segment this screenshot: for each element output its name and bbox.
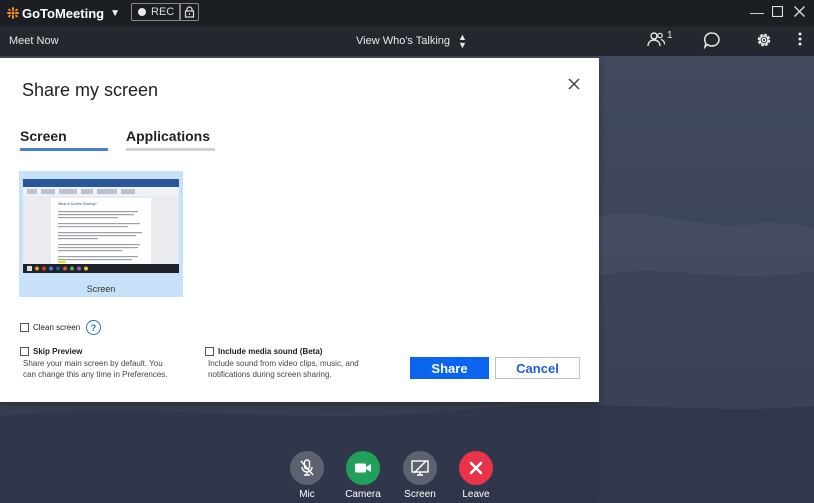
screen-control[interactable]: Screen [395, 451, 445, 500]
close-icon [568, 78, 580, 90]
help-icon[interactable]: ? [86, 320, 101, 335]
screen-preview-thumbnail: What is Screen Sharing? [23, 179, 179, 273]
mic-label: Mic [299, 489, 315, 500]
view-mode-label: View Who's Talking [356, 35, 451, 47]
attendee-count: 1 [667, 29, 673, 41]
chevron-down-icon: ▼ [110, 7, 120, 19]
tab-applications[interactable]: Applications [126, 128, 215, 151]
mic-control[interactable]: Mic [282, 451, 332, 500]
minimize-icon[interactable]: — [750, 4, 764, 20]
settings-button[interactable] [755, 31, 773, 49]
more-vertical-icon [798, 32, 802, 46]
leave-control[interactable]: Leave [451, 451, 501, 500]
gotomeeting-logo-icon [7, 7, 19, 19]
mic-button[interactable] [290, 451, 324, 485]
share-screen-dialog: Share my screen Screen Applications What… [0, 58, 599, 402]
screen-share-button[interactable] [403, 451, 437, 485]
close-dialog-button[interactable] [568, 74, 580, 95]
screen-option-card[interactable]: What is Screen Sharing? Screen [19, 171, 183, 297]
media-sound-title: Include media sound (Beta) [218, 347, 323, 356]
view-mode-selector[interactable]: View Who's Talking ▲ ▼ [356, 32, 467, 50]
video-camera-icon [355, 463, 371, 473]
checkbox-icon [205, 347, 214, 356]
people-icon [647, 32, 665, 47]
screen-share-off-icon [411, 460, 429, 476]
more-options-button[interactable] [798, 31, 802, 47]
media-sound-description: Include sound from video clips, music, a… [208, 358, 359, 380]
skip-preview-checkbox[interactable]: Skip Preview [20, 347, 82, 356]
clean-screen-checkbox[interactable]: Clean screen [20, 323, 80, 332]
mic-muted-icon [300, 459, 314, 476]
camera-control[interactable]: Camera [338, 451, 388, 500]
lock-meeting-button[interactable] [179, 3, 199, 21]
title-bar: GoToMeeting ▼ REC — [0, 0, 814, 26]
gear-icon [757, 33, 771, 47]
chevron-up-down-icon: ▲ ▼ [458, 32, 467, 50]
dialog-title: Share my screen [22, 80, 159, 100]
cancel-button[interactable]: Cancel [495, 357, 580, 379]
brand-name: GoToMeeting [22, 5, 105, 21]
screen-label: Screen [404, 489, 436, 500]
media-sound-desc-line1: Include sound from video clips, music, a… [208, 359, 359, 368]
camera-label: Camera [345, 489, 381, 500]
clean-screen-label: Clean screen [33, 323, 81, 332]
app-menu[interactable]: GoToMeeting ▼ [7, 6, 120, 21]
record-label: REC [151, 6, 175, 18]
media-sound-checkbox[interactable]: Include media sound (Beta) [205, 347, 322, 356]
media-sound-desc-line2: notifications during screen sharing. [208, 370, 332, 379]
lock-icon [184, 6, 194, 18]
record-button[interactable]: REC [131, 3, 182, 21]
checkbox-icon [20, 323, 29, 332]
leave-button[interactable] [459, 451, 493, 485]
tab-screen[interactable]: Screen [20, 128, 108, 151]
skip-preview-desc-line1: Share your main screen by default. You [23, 359, 163, 368]
record-icon [138, 8, 146, 16]
screen-thumb-label: Screen [86, 284, 116, 294]
share-button[interactable]: Share [410, 357, 489, 379]
meeting-toolbar: Meet Now View Who's Talking ▲ ▼ 1 [0, 26, 814, 56]
checkbox-icon [20, 347, 29, 356]
thumb-doc-title: What is Screen Sharing? [58, 202, 97, 206]
skip-preview-description: Share your main screen by default. You c… [23, 358, 168, 380]
close-icon [469, 461, 483, 475]
meet-now-button[interactable]: Meet Now [9, 35, 59, 47]
chat-icon [703, 32, 720, 49]
camera-button[interactable] [346, 451, 380, 485]
chat-button[interactable] [703, 31, 721, 49]
skip-preview-desc-line2: can change this any time in Preferences. [23, 370, 168, 379]
attendees-button[interactable]: 1 [647, 29, 673, 47]
maximize-icon[interactable] [771, 4, 784, 20]
leave-label: Leave [462, 489, 490, 500]
close-window-icon[interactable] [794, 4, 805, 20]
skip-preview-title: Skip Preview [33, 347, 83, 356]
